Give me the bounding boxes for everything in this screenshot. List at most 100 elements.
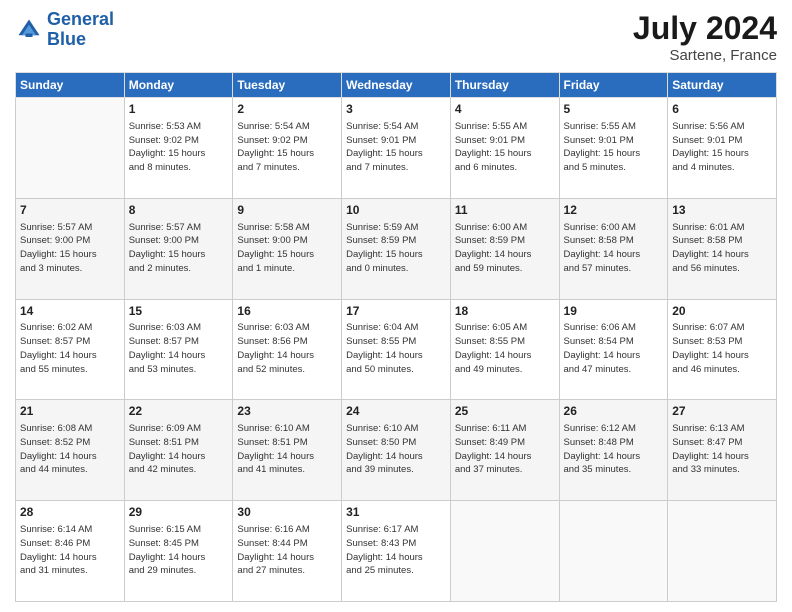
day-info: Sunrise: 5:59 AM Sunset: 8:59 PM Dayligh… [346,221,446,276]
calendar-cell: 21 Sunrise: 6:08 AM Sunset: 8:52 PM Dayli… [16,400,125,501]
day-number: 20 [672,303,772,320]
day-number: 17 [346,303,446,320]
calendar-cell: 16Sunrise: 6:03 AM Sunset: 8:56 PM Dayli… [233,299,342,400]
calendar-cell: 20Sunrise: 6:07 AM Sunset: 8:53 PM Dayli… [668,299,777,400]
day-number: 26 [564,403,664,420]
logo-text: General Blue [47,10,114,50]
day-info: Sunrise: 6:07 AM Sunset: 8:53 PM Dayligh… [672,321,772,376]
calendar-header-row: SundayMondayTuesdayWednesdayThursdayFrid… [16,73,777,98]
calendar-cell: 7 Sunrise: 5:57 AM Sunset: 9:00 PM Daylig… [16,198,125,299]
calendar-cell: 19Sunrise: 6:06 AM Sunset: 8:54 PM Dayli… [559,299,668,400]
calendar-cell: 28 Sunrise: 6:14 AM Sunset: 8:46 PM Dayli… [16,501,125,602]
calendar-cell: 13 Sunrise: 6:01 AM Sunset: 8:58 PM Dayli… [668,198,777,299]
day-number: 13 [672,202,772,219]
day-number: 30 [237,504,337,521]
calendar-cell [559,501,668,602]
calendar-week-row: 21 Sunrise: 6:08 AM Sunset: 8:52 PM Dayli… [16,400,777,501]
calendar-cell: 25Sunrise: 6:11 AM Sunset: 8:49 PM Dayli… [450,400,559,501]
calendar-cell: 2 Sunrise: 5:54 AM Sunset: 9:02 PM Daylig… [233,98,342,199]
day-number: 5 [564,101,664,118]
day-info: Sunrise: 6:13 AM Sunset: 8:47 PM Dayligh… [672,422,772,477]
logo: General Blue [15,10,114,50]
calendar-cell [16,98,125,199]
weekday-header: Tuesday [233,73,342,98]
day-number: 8 [129,202,229,219]
calendar-cell: 12 Sunrise: 6:00 AM Sunset: 8:58 PM Dayli… [559,198,668,299]
day-number: 10 [346,202,446,219]
day-info: Sunrise: 5:53 AM Sunset: 9:02 PM Dayligh… [129,120,229,175]
day-info: Sunrise: 5:57 AM Sunset: 9:00 PM Dayligh… [20,221,120,276]
calendar-cell: 31Sunrise: 6:17 AM Sunset: 8:43 PM Dayli… [342,501,451,602]
day-number: 28 [20,504,120,521]
day-number: 31 [346,504,446,521]
day-number: 2 [237,101,337,118]
logo-blue: Blue [47,29,86,49]
day-number: 4 [455,101,555,118]
day-number: 12 [564,202,664,219]
calendar-cell: 6Sunrise: 5:56 AM Sunset: 9:01 PM Daylig… [668,98,777,199]
day-number: 23 [237,403,337,420]
weekday-header: Saturday [668,73,777,98]
calendar-cell: 22Sunrise: 6:09 AM Sunset: 8:51 PM Dayli… [124,400,233,501]
calendar-cell: 4 Sunrise: 5:55 AM Sunset: 9:01 PM Daylig… [450,98,559,199]
day-info: Sunrise: 6:05 AM Sunset: 8:55 PM Dayligh… [455,321,555,376]
calendar-cell: 30 Sunrise: 6:16 AM Sunset: 8:44 PM Dayli… [233,501,342,602]
day-number: 9 [237,202,337,219]
day-number: 6 [672,101,772,118]
weekday-header: Friday [559,73,668,98]
weekday-header: Wednesday [342,73,451,98]
calendar: SundayMondayTuesdayWednesdayThursdayFrid… [15,72,777,602]
calendar-cell: 27 Sunrise: 6:13 AM Sunset: 8:47 PM Dayli… [668,400,777,501]
logo-general: General [47,9,114,29]
calendar-week-row: 14Sunrise: 6:02 AM Sunset: 8:57 PM Dayli… [16,299,777,400]
day-number: 21 [20,403,120,420]
day-info: Sunrise: 5:55 AM Sunset: 9:01 PM Dayligh… [455,120,555,175]
day-number: 22 [129,403,229,420]
calendar-week-row: 1 Sunrise: 5:53 AM Sunset: 9:02 PM Daylig… [16,98,777,199]
day-number: 3 [346,101,446,118]
calendar-cell: 1 Sunrise: 5:53 AM Sunset: 9:02 PM Daylig… [124,98,233,199]
day-number: 25 [455,403,555,420]
day-number: 16 [237,303,337,320]
calendar-week-row: 7 Sunrise: 5:57 AM Sunset: 9:00 PM Daylig… [16,198,777,299]
calendar-cell: 26 Sunrise: 6:12 AM Sunset: 8:48 PM Dayli… [559,400,668,501]
day-number: 7 [20,202,120,219]
day-info: Sunrise: 5:54 AM Sunset: 9:01 PM Dayligh… [346,120,446,175]
calendar-cell: 9 Sunrise: 5:58 AM Sunset: 9:00 PM Daylig… [233,198,342,299]
day-info: Sunrise: 6:08 AM Sunset: 8:52 PM Dayligh… [20,422,120,477]
day-info: Sunrise: 6:04 AM Sunset: 8:55 PM Dayligh… [346,321,446,376]
page: General Blue July 2024 Sartene, France S… [0,0,792,612]
day-info: Sunrise: 6:01 AM Sunset: 8:58 PM Dayligh… [672,221,772,276]
day-info: Sunrise: 6:15 AM Sunset: 8:45 PM Dayligh… [129,523,229,578]
day-info: Sunrise: 6:16 AM Sunset: 8:44 PM Dayligh… [237,523,337,578]
weekday-header: Thursday [450,73,559,98]
day-number: 1 [129,101,229,118]
calendar-cell: 29 Sunrise: 6:15 AM Sunset: 8:45 PM Dayli… [124,501,233,602]
day-info: Sunrise: 5:57 AM Sunset: 9:00 PM Dayligh… [129,221,229,276]
day-info: Sunrise: 6:14 AM Sunset: 8:46 PM Dayligh… [20,523,120,578]
calendar-cell [668,501,777,602]
day-info: Sunrise: 6:02 AM Sunset: 8:57 PM Dayligh… [20,321,120,376]
day-number: 14 [20,303,120,320]
calendar-cell: 11Sunrise: 6:00 AM Sunset: 8:59 PM Dayli… [450,198,559,299]
day-info: Sunrise: 5:55 AM Sunset: 9:01 PM Dayligh… [564,120,664,175]
day-info: Sunrise: 5:54 AM Sunset: 9:02 PM Dayligh… [237,120,337,175]
day-info: Sunrise: 6:12 AM Sunset: 8:48 PM Dayligh… [564,422,664,477]
day-info: Sunrise: 5:58 AM Sunset: 9:00 PM Dayligh… [237,221,337,276]
day-number: 19 [564,303,664,320]
weekday-header: Monday [124,73,233,98]
day-info: Sunrise: 6:06 AM Sunset: 8:54 PM Dayligh… [564,321,664,376]
calendar-cell: 18Sunrise: 6:05 AM Sunset: 8:55 PM Dayli… [450,299,559,400]
day-info: Sunrise: 6:00 AM Sunset: 8:59 PM Dayligh… [455,221,555,276]
day-number: 29 [129,504,229,521]
calendar-cell [450,501,559,602]
month-year: July 2024 [633,10,777,47]
day-number: 27 [672,403,772,420]
calendar-cell: 5 Sunrise: 5:55 AM Sunset: 9:01 PM Daylig… [559,98,668,199]
calendar-cell: 3 Sunrise: 5:54 AM Sunset: 9:01 PM Daylig… [342,98,451,199]
day-number: 18 [455,303,555,320]
day-info: Sunrise: 6:00 AM Sunset: 8:58 PM Dayligh… [564,221,664,276]
day-number: 15 [129,303,229,320]
day-info: Sunrise: 6:03 AM Sunset: 8:56 PM Dayligh… [237,321,337,376]
day-info: Sunrise: 6:10 AM Sunset: 8:50 PM Dayligh… [346,422,446,477]
